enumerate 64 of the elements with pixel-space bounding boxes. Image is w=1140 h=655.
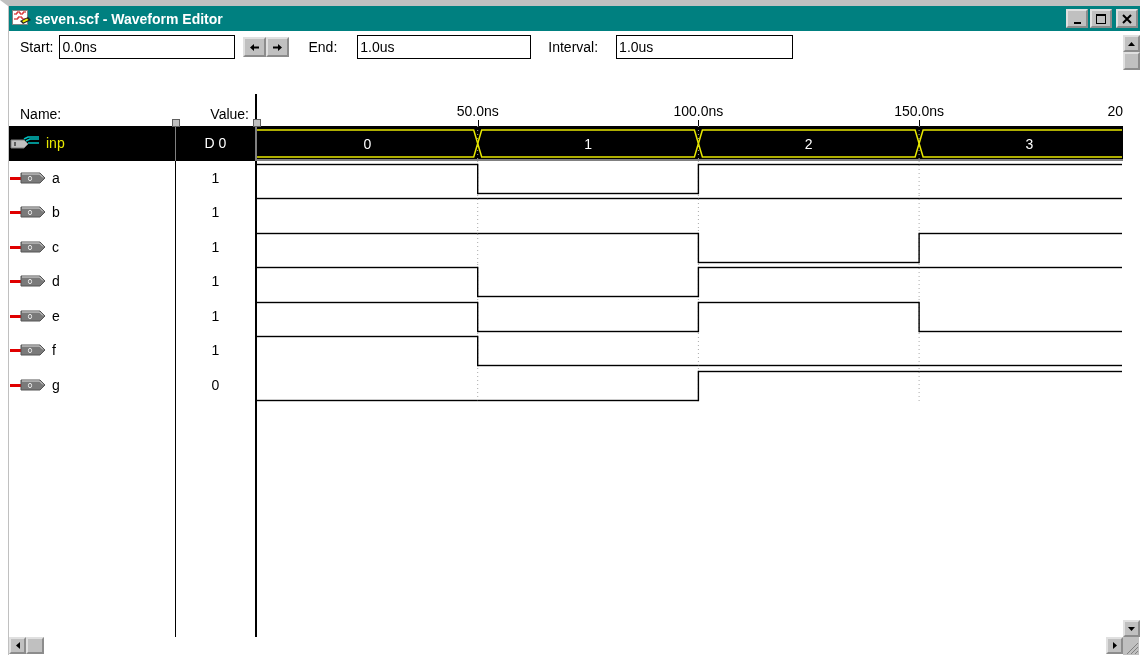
output-pin-icon — [10, 308, 46, 323]
signal-name[interactable]: c — [52, 238, 59, 255]
signal-value: 1 — [211, 273, 220, 290]
scrollbar-thumb[interactable] — [26, 637, 44, 654]
signal-name[interactable]: b — [52, 204, 60, 221]
right-arrow-icon — [1112, 642, 1117, 649]
signal-value: 1 — [211, 169, 220, 186]
value-column-header: Value: — [210, 106, 249, 122]
signal-name[interactable]: a — [52, 169, 60, 186]
interval-field[interactable]: 1.0us — [616, 35, 794, 59]
bus-value: 0 — [363, 135, 372, 152]
left-arrow-icon — [15, 642, 20, 649]
output-pin-icon — [10, 377, 46, 392]
time-label: 150.0ns — [894, 103, 944, 119]
start-field[interactable]: 0.0ns — [59, 35, 236, 59]
time-label: 100.0ns — [673, 103, 724, 119]
output-pin-icon — [10, 205, 46, 220]
signal-value: 0 — [211, 376, 220, 393]
minimize-icon — [1073, 21, 1081, 24]
bus-value: 2 — [804, 135, 813, 152]
bus-value: 1 — [584, 135, 592, 152]
down-arrow-icon — [1128, 626, 1135, 631]
scrollbar-thumb[interactable] — [1123, 52, 1140, 70]
signal-value: 1 — [211, 342, 220, 359]
output-pin-icon — [10, 239, 46, 254]
signal-value: D 0 — [204, 135, 227, 152]
column-resize-handle[interactable] — [253, 119, 261, 127]
end-field[interactable]: 1.0us — [357, 35, 532, 59]
up-arrow-icon — [1128, 41, 1135, 46]
scroll-right-button[interactable] — [1106, 637, 1123, 654]
signal-name[interactable]: inp — [46, 135, 65, 152]
end-label: End: — [308, 39, 338, 55]
window-title: seven.scf - Waveform Editor — [35, 10, 223, 27]
signal-value: 1 — [211, 238, 220, 255]
output-pin-icon — [10, 274, 46, 289]
scroll-right-button[interactable] — [266, 37, 290, 57]
signal-name[interactable]: d — [52, 273, 60, 290]
time-label: 50.0ns — [456, 103, 499, 119]
signal-name[interactable]: g — [52, 376, 60, 393]
maximize-icon — [1096, 13, 1106, 24]
scroll-down-button[interactable] — [1123, 620, 1140, 637]
name-column-header: Name: — [20, 106, 62, 122]
signal-name[interactable]: e — [52, 307, 60, 324]
column-resize-handle[interactable] — [172, 119, 180, 127]
time-label: 20 — [1107, 103, 1123, 119]
scroll-left-button[interactable] — [243, 37, 267, 57]
interval-label: Interval: — [548, 39, 599, 55]
scroll-left-button[interactable] — [9, 637, 26, 654]
signal-value: 1 — [211, 307, 220, 324]
minimize-button[interactable] — [1066, 9, 1088, 28]
output-pin-icon — [10, 343, 46, 358]
left-arrow-icon — [250, 42, 260, 52]
signal-name[interactable]: f — [52, 342, 56, 359]
maximize-button[interactable] — [1090, 9, 1112, 28]
scroll-up-button[interactable] — [1123, 35, 1140, 52]
resize-grip-icon[interactable] — [1123, 637, 1139, 655]
waveform-file-icon — [12, 9, 32, 28]
start-label: Start: — [20, 39, 54, 55]
close-icon — [1122, 13, 1132, 24]
bus-value: 3 — [1025, 135, 1034, 152]
right-arrow-icon — [273, 42, 283, 52]
output-pin-icon — [10, 170, 46, 185]
signal-value: 1 — [211, 204, 220, 221]
close-button[interactable] — [1116, 9, 1138, 28]
